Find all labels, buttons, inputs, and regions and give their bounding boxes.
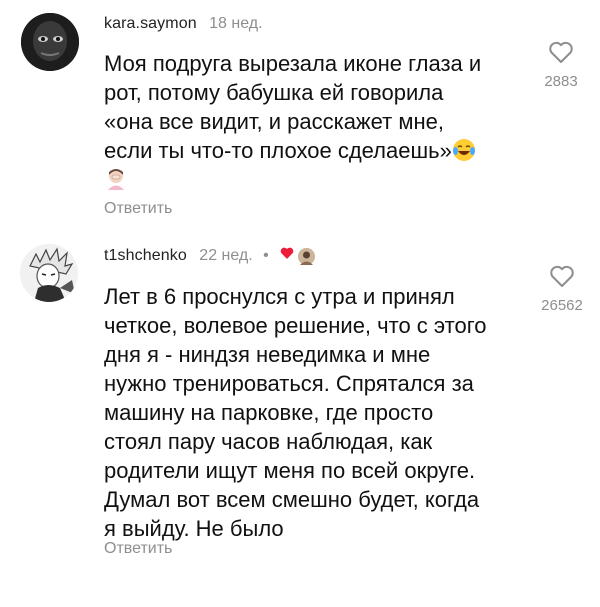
facepalm-emoji-icon [104,167,128,191]
avatar[interactable] [20,244,78,302]
comment-text-segment: если ты что-то плохое сделаешь» [104,138,452,163]
reply-button[interactable]: Ответить [104,200,172,218]
comment-text-line: стоял пару часов наблюдая, как [104,429,433,454]
like-count: 26562 [541,297,583,314]
comment-text-line: нужно тренироваться. Спрятался за [104,371,474,396]
heart-outline-icon[interactable] [522,264,600,288]
comment-item: kara.saymon 18 нед. Моя подруга вырезала… [0,0,600,232]
red-heart-icon [279,246,295,266]
author-avatar [297,246,317,266]
author-liked-indicator [279,246,317,266]
comment-text: Лет в 6 проснулся с утра и принял четкое… [104,282,487,543]
like-count: 2883 [544,73,578,90]
comment-text-line: родители ищут меня по всей округе. [104,458,476,483]
like-column: 2883 [521,40,600,90]
like-column: 26562 [522,264,600,314]
comment-text-line: Лет в 6 проснулся с утра и принял [104,284,455,309]
tears-of-joy-emoji-icon [452,138,476,162]
separator-dot: • [263,247,269,265]
comment-text-line: дня я - ниндзя неведимка и мне [104,342,431,367]
comment-text-line: четкое, волевое решение, что с этого [104,313,487,338]
comment-text: Моя подруга вырезала иконе глаза и рот, … [104,49,481,194]
heart-outline-icon[interactable] [521,40,600,64]
comment-text-line: если ты что-то плохое сделаешь» [104,136,481,165]
username[interactable]: t1shchenko [104,247,187,264]
avatar[interactable] [21,13,79,71]
comment-text-line: Думал вот всем смешно будет, когда [104,487,480,512]
comment-text-line: Моя подруга вырезала иконе глаза и [104,51,482,76]
comment-meta: kara.saymon 18 нед. [104,14,263,34]
comment-text-line: я выйду. Не было [104,516,284,541]
comment-text-line: рот, потому бабушка ей говорила [104,80,444,105]
comment-text-line: машину на парковке, где просто [104,400,434,425]
comment-text-line [104,165,481,194]
timestamp: 22 нед. [199,247,253,265]
comment-item: t1shchenko 22 нед. • Лет в 6 проснулся с… [0,232,600,607]
timestamp: 18 нед. [209,15,263,32]
comment-meta: t1shchenko 22 нед. • [104,246,317,266]
reply-button[interactable]: Ответить [104,540,172,558]
username[interactable]: kara.saymon [104,15,197,32]
comment-text-line: «она все видит, и расскажет мне, [104,109,444,134]
